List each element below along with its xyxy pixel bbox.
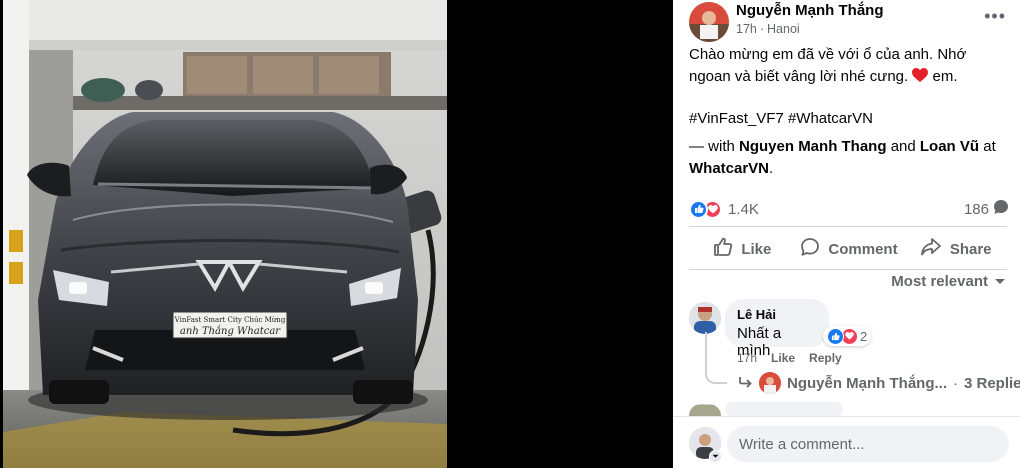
comment-author[interactable]: Lê Hải	[737, 307, 817, 322]
reply-author: Nguyễn Mạnh Thắng...	[787, 374, 947, 392]
tag-at: at	[983, 138, 996, 155]
view-replies-link[interactable]: Nguyễn Mạnh Thắng... · 3 Replies	[739, 372, 1020, 394]
next-commenter-avatar	[689, 404, 721, 416]
like-button[interactable]: Like	[689, 229, 796, 269]
comment-meta: 17h Like Reply	[737, 351, 842, 365]
reaction-icons[interactable]	[689, 199, 722, 219]
post-message-end: em.	[932, 68, 958, 85]
sort-label: Most relevant	[891, 273, 988, 290]
post-message: Chào mừng em đã về với ổ của anh. Nhớ ng…	[689, 44, 1007, 198]
heart-emoji-icon	[912, 68, 929, 90]
post-meta: 17h · Hanoi	[736, 22, 800, 36]
more-dots-icon: •••	[984, 6, 1006, 26]
comment-reaction-count: 2	[860, 328, 868, 344]
comment-count[interactable]: 186	[964, 199, 1009, 219]
post-time[interactable]: 17h	[736, 22, 757, 36]
more-options-button[interactable]: •••	[984, 6, 1006, 27]
divider-top	[689, 226, 1007, 227]
reactions-summary: 1.4K 186	[689, 198, 1009, 220]
with-prefix: — with	[689, 138, 735, 155]
tagged-person-1[interactable]: Nguyen Manh Thang	[739, 138, 887, 155]
comment-input[interactable]: Write a comment...	[727, 426, 1009, 462]
comment-bubble: Lê Hải Nhất a mình	[725, 299, 829, 359]
replies-count: 3 Replies	[964, 374, 1020, 392]
comment-reply-button[interactable]: Reply	[809, 351, 842, 365]
comment-count-value: 186	[963, 200, 989, 218]
comment-button-label: Comment	[828, 240, 898, 258]
account-chevron-icon[interactable]	[709, 450, 722, 463]
author-avatar[interactable]	[689, 2, 729, 42]
plate-text-line2: anh Thắng Whatcar	[180, 325, 281, 337]
share-button-label: Share	[949, 240, 992, 258]
post-hashtags[interactable]: #VinFast_VF7 #WhatcarVN	[689, 108, 1007, 130]
post-photo[interactable]: VinFast Smart City Chúc Mừng anh Thắng W…	[3, 0, 447, 468]
comment-reactions[interactable]: 2	[823, 326, 872, 346]
share-icon	[920, 237, 942, 261]
comment-icon	[800, 237, 820, 261]
reaction-count[interactable]: 1.4K	[728, 201, 759, 218]
share-button[interactable]: Share	[902, 229, 1009, 269]
tagged-person-2[interactable]: Loan Vũ	[920, 138, 979, 155]
tag-and: and	[890, 138, 916, 155]
like-reaction-icon	[689, 199, 708, 219]
comment-bubble-icon	[993, 199, 1009, 219]
tagged-place[interactable]: WhatcarVN	[689, 160, 769, 177]
like-icon	[713, 237, 733, 261]
post-message-line: Chào mừng em đã về với ổ của anh. Nhớ ng…	[689, 44, 1007, 90]
photo-viewer: VinFast Smart City Chúc Mừng anh Thắng W…	[0, 0, 673, 468]
comment-sort-dropdown[interactable]: Most relevant	[891, 273, 1006, 290]
reply-author-avatar	[759, 372, 781, 394]
chevron-down-icon	[994, 273, 1006, 290]
comment-time[interactable]: 17h	[737, 351, 757, 365]
replies-separator: ·	[953, 374, 958, 392]
reply-thread-line	[705, 332, 727, 384]
like-reaction-icon	[827, 327, 844, 345]
post-location[interactable]: Hanoi	[767, 22, 800, 36]
plate-text-line1: VinFast Smart City Chúc Mừng	[174, 316, 286, 324]
post-actions: Like Comment Share	[689, 229, 1009, 269]
comment-like-button[interactable]: Like	[771, 351, 795, 365]
post-sidebar: Nguyễn Mạnh Thắng 17h · Hanoi ••• Chào m…	[673, 0, 1020, 468]
author-name[interactable]: Nguyễn Mạnh Thắng	[736, 2, 884, 19]
meta-dot: ·	[759, 22, 765, 36]
tag-end: .	[769, 160, 774, 177]
commenter-avatar[interactable]	[689, 302, 721, 334]
comment-button[interactable]: Comment	[796, 229, 903, 269]
like-button-label: Like	[741, 240, 772, 258]
divider-bottom	[689, 269, 1007, 270]
comment-composer: Write a comment...	[673, 416, 1020, 468]
post-tags: — with Nguyen Manh Thang and Loan Vũ at …	[689, 136, 1007, 180]
reply-arrow-icon	[739, 375, 753, 392]
next-comment-bubble	[725, 402, 843, 416]
